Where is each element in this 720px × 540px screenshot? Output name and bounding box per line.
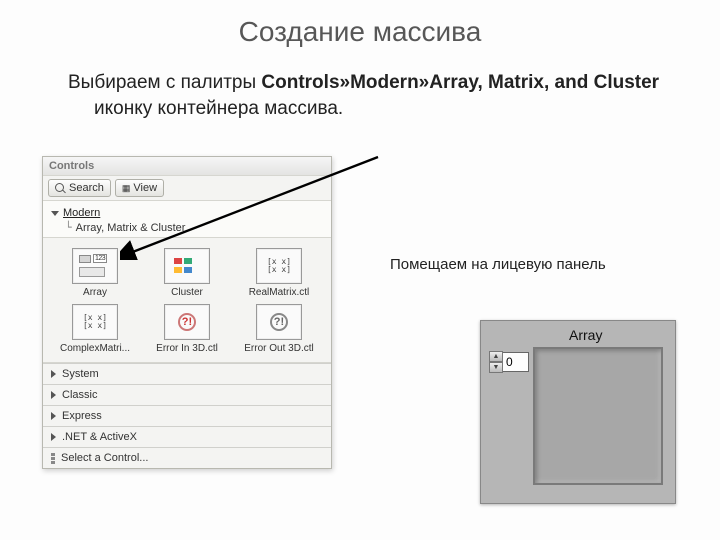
spin-up-icon[interactable]: ▲	[489, 351, 503, 362]
category-label: Select a Control...	[61, 452, 148, 464]
intro-text: Выбираем с палитры Controls»Modern»Array…	[60, 48, 720, 121]
intro-post: иконку контейнера массива.	[94, 98, 343, 119]
palette-grid: Array Cluster [x x][x x] RealMatrix.ctl …	[43, 238, 331, 363]
tree-elbow-icon: └	[65, 221, 72, 234]
tree-sub-row[interactable]: └ Array, Matrix & Cluster	[51, 220, 323, 235]
category-label: System	[62, 368, 99, 380]
chevron-right-icon	[51, 412, 56, 420]
tree-root-row[interactable]: Modern	[51, 206, 323, 220]
palette-toolbar: Search ▦ View	[43, 176, 331, 201]
controls-palette: Controls Search ▦ View Modern └ Array, M…	[42, 156, 332, 469]
index-input[interactable]	[503, 352, 529, 372]
error-out-icon: ?!	[256, 304, 302, 340]
palette-tree: Modern └ Array, Matrix & Cluster	[43, 201, 331, 238]
search-icon	[55, 183, 66, 194]
array-icon	[72, 248, 118, 284]
spin-down-icon[interactable]: ▼	[489, 362, 503, 373]
chevron-right-icon	[51, 433, 56, 441]
chevron-right-icon	[51, 391, 56, 399]
chevron-right-icon	[51, 370, 56, 378]
index-spinner[interactable]: ▲ ▼	[489, 351, 531, 373]
item-label: Error In 3D.ctl	[141, 343, 233, 354]
palette-item-errorout[interactable]: ?! Error Out 3D.ctl	[233, 304, 325, 354]
category-list: System Classic Express .NET & ActiveX Se…	[43, 363, 331, 468]
caption-text: Помещаем на лицевую панель	[390, 256, 606, 273]
item-label: Error Out 3D.ctl	[233, 343, 325, 354]
category-label: Classic	[62, 389, 97, 401]
complex-matrix-icon: [x x][x x]	[72, 304, 118, 340]
error-in-icon: ?!	[164, 304, 210, 340]
intro-pre: Выбираем с палитры	[68, 72, 261, 93]
item-label: Cluster	[141, 287, 233, 298]
array-container-frame[interactable]	[533, 347, 663, 485]
category-express[interactable]: Express	[43, 405, 331, 426]
expand-icon	[51, 211, 59, 216]
front-panel-array: Array ▲ ▼	[480, 320, 676, 504]
category-label: .NET & ActiveX	[62, 431, 137, 443]
bars-icon	[51, 453, 55, 464]
matrix-icon: [x x][x x]	[256, 248, 302, 284]
tree-root-label: Modern	[63, 207, 100, 219]
category-label: Express	[62, 410, 102, 422]
tree-sub-label: Array, Matrix & Cluster	[76, 222, 186, 234]
item-label: ComplexMatri...	[49, 343, 141, 354]
view-label: View	[133, 182, 157, 194]
palette-item-complexmatrix[interactable]: [x x][x x] ComplexMatri...	[49, 304, 141, 354]
category-select[interactable]: Select a Control...	[43, 447, 331, 468]
intro-bold: Controls»Modern»Array, Matrix, and Clust…	[261, 72, 659, 93]
palette-item-array[interactable]: Array	[49, 248, 141, 298]
view-button[interactable]: ▦ View	[115, 179, 164, 197]
category-classic[interactable]: Classic	[43, 384, 331, 405]
palette-item-cluster[interactable]: Cluster	[141, 248, 233, 298]
item-label: RealMatrix.ctl	[233, 287, 325, 298]
palette-item-realmatrix[interactable]: [x x][x x] RealMatrix.ctl	[233, 248, 325, 298]
category-dotnet[interactable]: .NET & ActiveX	[43, 426, 331, 447]
spinner-buttons[interactable]: ▲ ▼	[489, 351, 503, 373]
palette-window-title: Controls	[43, 157, 331, 176]
search-button[interactable]: Search	[48, 179, 111, 197]
palette-item-errorin[interactable]: ?! Error In 3D.ctl	[141, 304, 233, 354]
page-title: Создание массива	[0, 0, 720, 48]
search-label: Search	[69, 182, 104, 194]
category-system[interactable]: System	[43, 363, 331, 384]
item-label: Array	[49, 287, 141, 298]
cluster-icon	[164, 248, 210, 284]
array-control-label: Array	[569, 327, 602, 343]
palette-icon: ▦	[122, 183, 131, 194]
